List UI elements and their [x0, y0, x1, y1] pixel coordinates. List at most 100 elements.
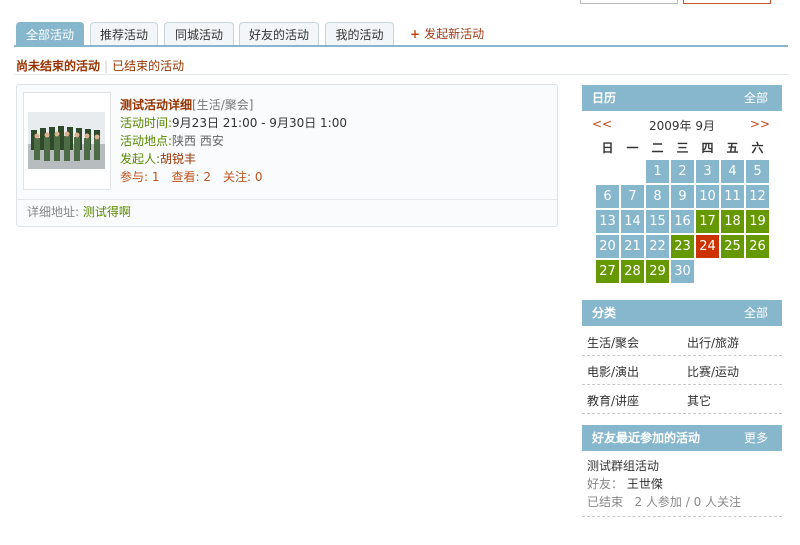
tab-my-activities[interactable]: 我的活动: [325, 22, 394, 46]
activity-tabs: 全部活动 推荐活动 同城活动 好友的活动 我的活动 + 发起新活动: [16, 22, 788, 47]
calendar-day[interactable]: 20: [596, 235, 619, 258]
friends-title: 好友最近参加的活动: [592, 431, 701, 445]
organizer-label: 发起人:: [120, 152, 161, 166]
activity-thumbnail[interactable]: [23, 92, 111, 190]
calendar-day[interactable]: 18: [721, 210, 744, 233]
calendar-day[interactable]: 6: [596, 185, 619, 208]
calendar-day[interactable]: 9: [671, 185, 694, 208]
calendar-all-link[interactable]: 全部: [744, 85, 768, 112]
calendar-day-today[interactable]: 24: [696, 235, 719, 258]
calendar-day[interactable]: 13: [596, 210, 619, 233]
calendar-next-month[interactable]: >>: [750, 117, 770, 133]
tab-all-activities[interactable]: 全部活动: [16, 22, 84, 47]
detail-label: 详细地址:: [27, 205, 80, 219]
calendar-weekday: 日: [601, 141, 614, 155]
calendar-day[interactable]: 10: [696, 185, 719, 208]
calendar-day[interactable]: 1: [646, 160, 669, 183]
filter-separator: |: [104, 59, 109, 73]
join-count: 参与: 1: [120, 170, 160, 184]
new-activity-link[interactable]: + 发起新活动: [410, 22, 484, 46]
category-row: 生活/聚会 出行/旅游: [582, 327, 782, 356]
category-all-link[interactable]: 全部: [744, 300, 768, 327]
friend-activity-status: 已结束: [587, 495, 624, 509]
category-life-party[interactable]: 生活/聚会: [587, 334, 639, 351]
friends-more-link[interactable]: 更多: [744, 425, 768, 452]
category-row: 电影/演出 比赛/运动: [582, 356, 782, 385]
calendar-weekday: 四: [701, 141, 714, 155]
calendar-day[interactable]: 4: [721, 160, 744, 183]
calendar-day[interactable]: 17: [696, 210, 719, 233]
calendar-day[interactable]: 25: [721, 235, 744, 258]
friend-activity-item: 测试群组活动 好友： 王世傑 已结束 2 人参加 / 0 人关注: [587, 457, 741, 511]
marching-soldiers-image: [28, 112, 105, 169]
activity-category: [生活/聚会]: [192, 98, 254, 112]
calendar-weekday: 五: [726, 141, 739, 155]
tab-local[interactable]: 同城活动: [164, 22, 234, 46]
calendar-day[interactable]: 14: [621, 210, 644, 233]
category-education[interactable]: 教育/讲座: [587, 392, 639, 409]
category-movie-show[interactable]: 电影/演出: [587, 363, 639, 380]
tab-friends-activities[interactable]: 好友的活动: [239, 22, 319, 46]
activity-title[interactable]: 测试活动详细: [120, 98, 192, 112]
search-input[interactable]: [580, 0, 678, 4]
calendar-day[interactable]: 8: [646, 185, 669, 208]
calendar-weekday: 三: [676, 141, 689, 155]
friends-header: 好友最近参加的活动 更多: [582, 425, 782, 451]
category-travel[interactable]: 出行/旅游: [687, 334, 739, 351]
place-label: 活动地点:: [120, 134, 173, 148]
time-value: 9月23日 21:00 - 9月30日 1:00: [172, 116, 347, 130]
tab-recommended[interactable]: 推荐活动: [90, 22, 158, 46]
filter-ended[interactable]: 已结束的活动: [112, 59, 184, 73]
tab-underline: [14, 45, 788, 47]
view-count: 查看: 2: [171, 170, 212, 184]
activity-card: 测试活动详细[生活/聚会] 活动时间:9月23日 21:00 - 9月30日 1…: [16, 84, 558, 227]
calendar-weekday: 一: [626, 141, 639, 155]
calendar-day[interactable]: 26: [746, 235, 769, 258]
category-title: 分类: [592, 306, 617, 320]
follow-count: 关注: 0: [223, 170, 263, 184]
calendar-day[interactable]: 11: [721, 185, 744, 208]
status-filter: 尚未结束的活动 | 已结束的活动: [16, 57, 184, 74]
friend-name-link[interactable]: 王世傑: [627, 477, 663, 491]
calendar-title: 日历: [592, 91, 617, 105]
calendar-weekday: 六: [751, 141, 764, 155]
new-activity-label: 发起新活动: [424, 27, 485, 41]
calendar-day[interactable]: 12: [746, 185, 769, 208]
calendar-day[interactable]: 23: [671, 235, 694, 258]
organizer-link[interactable]: 胡锐丰: [160, 152, 196, 166]
calendar: << 2009年 9月 >> 日一二三四五六 1 2 3 4 5 6 7 8 9 10 11 12 13 1…: [582, 111, 782, 285]
calendar-weekday: 二: [651, 141, 664, 155]
friend-label: 好友：: [587, 477, 624, 491]
calendar-day[interactable]: 27: [596, 260, 619, 283]
search-button[interactable]: [683, 0, 771, 4]
calendar-day[interactable]: 5: [746, 160, 769, 183]
activity-stats: 参与: 1 查看: 2 关注: 0: [120, 168, 347, 186]
calendar-day[interactable]: 22: [646, 235, 669, 258]
divider: [582, 515, 782, 517]
card-divider: [17, 199, 557, 200]
calendar-day[interactable]: 15: [646, 210, 669, 233]
calendar-day[interactable]: 21: [621, 235, 644, 258]
calendar-day[interactable]: 7: [621, 185, 644, 208]
detail-address: 详细地址: 测试得啊: [27, 203, 131, 220]
calendar-day[interactable]: 2: [671, 160, 694, 183]
calendar-day[interactable]: 19: [746, 210, 769, 233]
category-other[interactable]: 其它: [687, 392, 711, 409]
category-sports[interactable]: 比赛/运动: [687, 363, 739, 380]
calendar-day[interactable]: 29: [646, 260, 669, 283]
filter-ongoing[interactable]: 尚未结束的活动: [16, 59, 100, 73]
place-value: 陕西 西安: [172, 134, 224, 148]
activity-info: 测试活动详细[生活/聚会] 活动时间:9月23日 21:00 - 9月30日 1…: [120, 96, 347, 186]
calendar-day[interactable]: 28: [621, 260, 644, 283]
plus-icon: +: [410, 27, 421, 41]
friend-activity-title[interactable]: 测试群组活动: [587, 459, 659, 473]
calendar-day[interactable]: 30: [671, 260, 694, 283]
divider: [14, 74, 788, 75]
calendar-day[interactable]: 16: [671, 210, 694, 233]
category-row: 教育/讲座 其它: [582, 385, 782, 414]
calendar-header: 日历 全部: [582, 85, 782, 111]
category-header: 分类 全部: [582, 300, 782, 326]
calendar-day[interactable]: 3: [696, 160, 719, 183]
detail-address-link[interactable]: 测试得啊: [83, 205, 131, 219]
time-label: 活动时间:: [120, 116, 173, 130]
